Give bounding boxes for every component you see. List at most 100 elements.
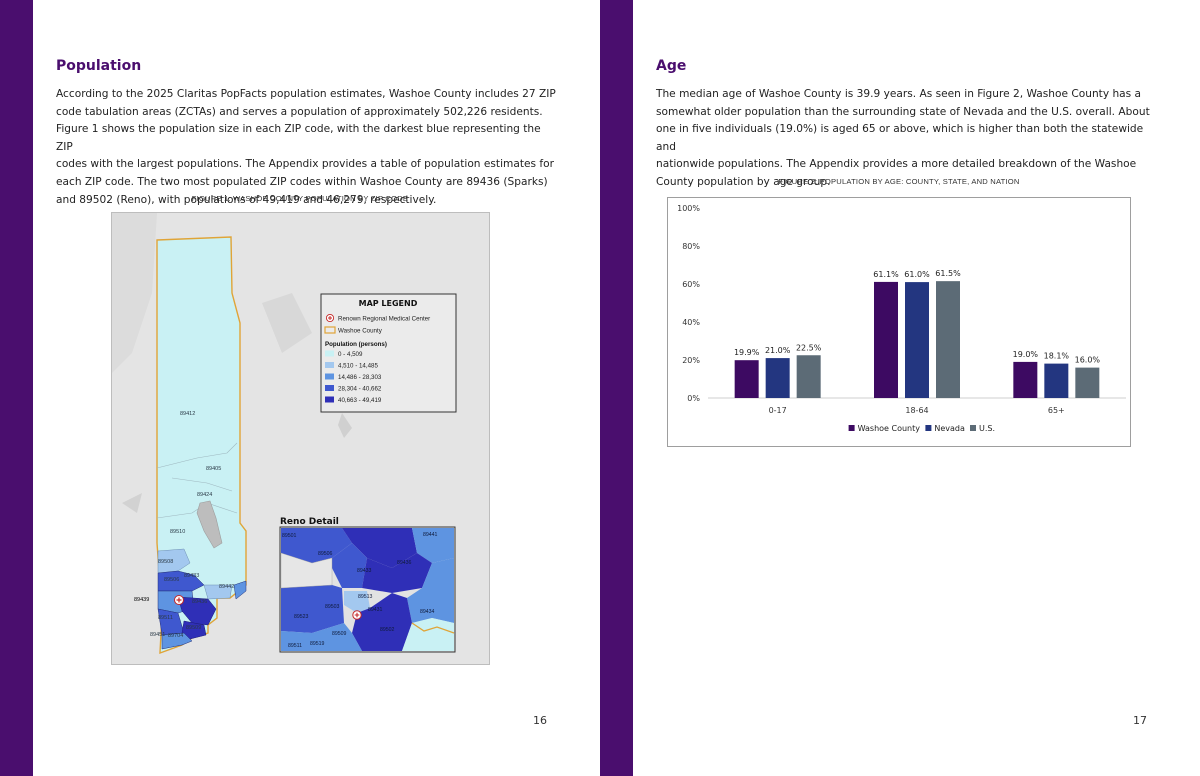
population-paragraph: According to the 2025 Claritas PopFacts …	[56, 86, 556, 209]
zip-label: 89424	[197, 492, 212, 498]
center-purple-band	[600, 0, 633, 776]
legend-swatch	[325, 350, 334, 357]
detail-zip-label: 89509	[332, 631, 347, 637]
legend-swatch	[970, 425, 976, 431]
legend-population-title: Population (persons)	[325, 341, 387, 348]
bar-washoe-county	[874, 281, 898, 398]
age-line: one in five individuals (19.0%) is aged …	[656, 123, 1144, 153]
zip-label: 89704	[168, 633, 183, 639]
bar-washoe-county	[1013, 361, 1038, 398]
age-line: nationwide populations. The Appendix pro…	[656, 158, 1137, 171]
detail-zip-label: 89434	[420, 609, 435, 615]
zip-label: 89509	[186, 625, 201, 631]
data-label: 19.0%	[1013, 350, 1039, 359]
age-chart-canvas: 0% 20% 40% 60% 80% 100% 19.9% 21.0% 22.5% 0-17 61.…	[677, 204, 1126, 433]
x-tick-label: 65+	[1048, 406, 1065, 415]
data-label: 22.5%	[796, 343, 822, 352]
legend-class-label: 4,510 - 14,485	[338, 363, 378, 370]
legend-class-label: 40,663 - 49,419	[338, 397, 382, 404]
left-purple-band	[0, 0, 33, 776]
age-line: The median age of Washoe County is 39.9 …	[656, 88, 1142, 100]
detail-zip-label: 89506	[318, 551, 333, 557]
population-heading: Population	[56, 58, 142, 74]
zip-label: 89506	[164, 577, 179, 583]
x-tick-label: 0-17	[769, 406, 787, 415]
data-label: 61.5%	[935, 269, 961, 278]
right-page-number: 17	[1133, 714, 1147, 727]
detail-zip-label: 89433	[357, 568, 372, 574]
zip-label: 89511	[158, 615, 173, 621]
age-line: somewhat older population than the surro…	[656, 105, 1150, 118]
zip-label: 89439	[134, 597, 149, 603]
y-tick-label: 20%	[682, 356, 700, 365]
legend-swatch	[848, 425, 855, 431]
bar-nevada	[905, 282, 929, 398]
legend-label: Nevada	[934, 424, 965, 433]
detail-zip-label: 89441	[423, 532, 438, 538]
data-label: 61.0%	[904, 270, 930, 279]
bar-washoe-county	[734, 360, 759, 398]
y-tick-label: 0%	[687, 394, 700, 403]
population-line: codes with the largest populations. The …	[56, 158, 554, 171]
data-label: 16.0%	[1075, 356, 1101, 365]
reno-detail-inset: 89441 89506 89436 89433 89523 89513 8950…	[279, 526, 456, 653]
y-tick-label: 100%	[677, 204, 700, 213]
bar-nevada	[1044, 363, 1069, 398]
zip-label: 89508	[158, 559, 173, 565]
legend-label: Washoe County	[858, 424, 921, 433]
legend-class-label: 14,486 - 28,303	[338, 374, 382, 381]
left-page-number: 16	[533, 714, 547, 727]
zip-label: 89433	[184, 573, 199, 579]
figure-1-caption: FIGURE 1: WASHOE COUNTY POPULATION BY ZI…	[191, 194, 409, 203]
map-legend: MAP LEGEND Renown Regional Medical Cente…	[320, 293, 457, 413]
bar-u-s	[1075, 367, 1100, 398]
legend-label: U.S.	[979, 424, 995, 433]
population-line: code tabulation areas (ZCTAs) and serves…	[56, 105, 543, 118]
legend-swatch	[325, 373, 334, 380]
age-heading: Age	[656, 58, 687, 74]
detail-zip-label: 89501	[282, 533, 297, 539]
y-tick-label: 80%	[682, 242, 700, 251]
bar-u-s	[796, 355, 821, 398]
reno-detail-title: Reno Detail	[280, 517, 339, 527]
map-legend-title: MAP LEGEND	[359, 299, 418, 308]
population-line: each ZIP code. The two most populated ZI…	[56, 175, 548, 188]
legend-class-label: 28,304 - 40,662	[338, 386, 382, 393]
zip-label: 89436	[192, 599, 207, 605]
legend-swatch	[325, 396, 334, 403]
data-label: 21.0%	[765, 346, 791, 355]
y-tick-label: 40%	[682, 318, 700, 327]
age-bar-chart: 0% 20% 40% 60% 80% 100% 19.9% 21.0% 22.5% 0-17 61.…	[667, 197, 1131, 447]
washoe-population-map: 89412 89405 89424 89510 89508 89506 8943…	[111, 212, 490, 665]
legend-swatch	[325, 362, 334, 368]
detail-zip-label: 89523	[294, 614, 309, 620]
legend-class-label: 0 - 4,509	[338, 351, 363, 358]
zip-label: 89405	[206, 466, 221, 472]
population-line: According to the 2025 Claritas PopFacts …	[56, 88, 556, 100]
zip-label: 89451	[150, 632, 165, 638]
legend-county-label: Washoe County	[338, 328, 383, 335]
data-label: 18.1%	[1044, 352, 1070, 361]
legend-hospital-label: Renown Regional Medical Center	[338, 316, 430, 323]
legend-swatch	[325, 385, 334, 391]
detail-zip-label: 89436	[397, 560, 412, 566]
zip-label: 89442	[219, 584, 234, 590]
detail-zip-label: 89519	[310, 641, 325, 647]
zip-label: 89412	[180, 411, 195, 417]
data-label: 61.1%	[873, 270, 899, 279]
bar-u-s	[936, 281, 960, 398]
x-tick-label: 18-64	[905, 406, 928, 415]
detail-zip-label: 89513	[358, 594, 373, 600]
age-paragraph: The median age of Washoe County is 39.9 …	[656, 86, 1156, 192]
data-label: 19.9%	[734, 348, 760, 357]
population-line: Figure 1 shows the population size in ea…	[56, 123, 541, 153]
detail-zip-label: 89431	[368, 607, 383, 613]
legend-swatch	[925, 425, 932, 431]
map-canvas: 89412 89405 89424 89510 89508 89506 8943…	[112, 213, 489, 664]
zip-label: 89510	[170, 529, 185, 535]
figure-2-caption: FIGURE 2: POPULATION BY AGE: COUNTY, STA…	[778, 177, 1020, 186]
detail-zip-label: 89502	[380, 627, 395, 633]
bar-nevada	[765, 358, 790, 398]
detail-zip-label: 89503	[325, 604, 340, 610]
y-tick-label: 60%	[682, 280, 700, 289]
